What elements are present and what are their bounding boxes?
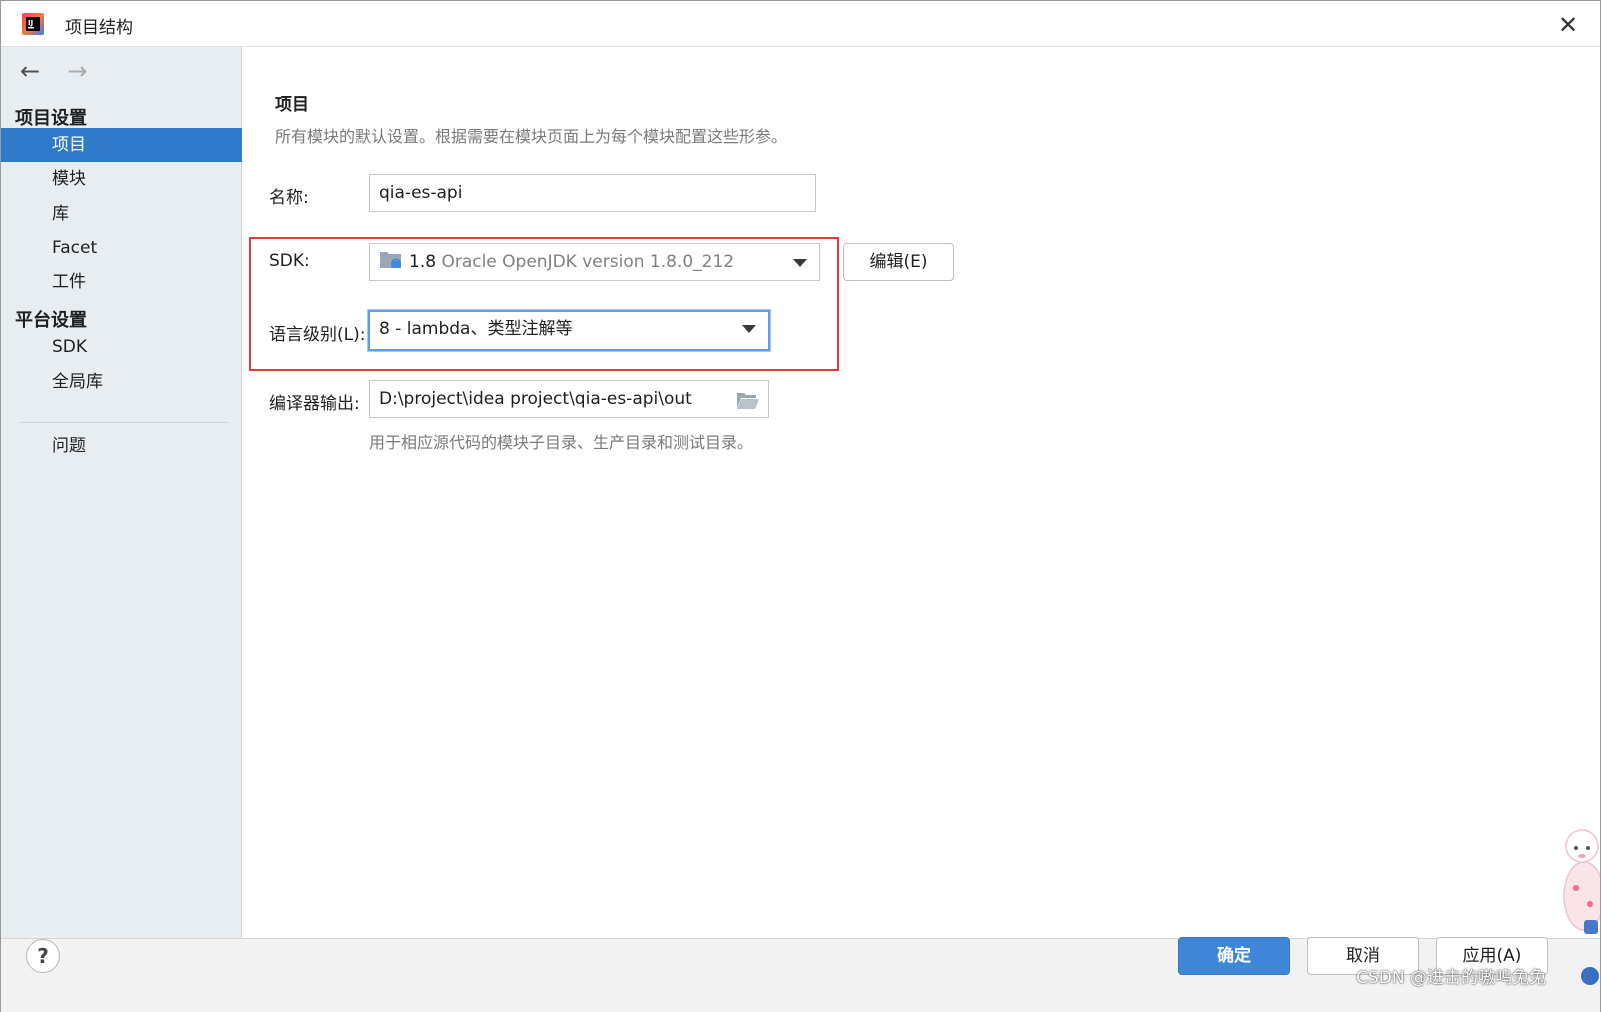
name-label: 名称: bbox=[269, 188, 309, 208]
chevron-down-icon bbox=[742, 325, 756, 333]
platform-settings-header: 平台设置 bbox=[15, 310, 87, 331]
history-nav: ← → bbox=[15, 57, 92, 87]
close-icon: ✕ bbox=[1557, 11, 1579, 39]
compiler-output-label: 编译器输出: bbox=[269, 394, 360, 414]
svg-text:IJ: IJ bbox=[28, 19, 33, 27]
sdk-label: SDK: bbox=[269, 251, 310, 271]
sidebar-item-project[interactable]: 项目 bbox=[1, 128, 242, 162]
project-name-input[interactable]: qia-es-api bbox=[369, 174, 816, 212]
forward-arrow-icon[interactable]: → bbox=[62, 57, 92, 87]
sidebar-item-artifacts[interactable]: 工件 bbox=[1, 265, 242, 299]
open-folder-icon[interactable] bbox=[736, 390, 760, 410]
chevron-down-icon bbox=[793, 259, 807, 267]
title-bar: IJ 项目结构 ✕ bbox=[1, 1, 1600, 47]
watermark-text: CSDN @进击的嗷呜兔兔 bbox=[1356, 968, 1546, 988]
ok-button[interactable]: 确定 bbox=[1178, 937, 1290, 975]
help-button[interactable]: ? bbox=[26, 939, 60, 973]
language-level-value: 8 - lambda、类型注解等 bbox=[379, 319, 573, 339]
compiler-output-input[interactable]: D:\project\idea project\qia-es-api\out bbox=[369, 380, 769, 418]
sdk-version: 1.8 bbox=[409, 252, 437, 272]
sidebar-item-sdk[interactable]: SDK bbox=[1, 330, 242, 364]
project-settings-header: 项目设置 bbox=[15, 108, 87, 129]
sdk-dropdown[interactable]: 1.8 Oracle OpenJDK version 1.8.0_212 bbox=[369, 243, 820, 281]
sidebar-item-libraries[interactable]: 库 bbox=[1, 197, 242, 231]
compiler-output-hint: 用于相应源代码的模块子目录、生产目录和测试目录。 bbox=[369, 433, 754, 452]
sdk-folder-icon bbox=[380, 252, 401, 268]
compiler-output-value: D:\project\idea project\qia-es-api\out bbox=[379, 389, 692, 409]
sidebar-item-global-libraries[interactable]: 全局库 bbox=[1, 365, 242, 399]
sidebar: ← → 项目设置 项目 模块 库 Facet 工件 平台设置 SDK 全局库 问… bbox=[1, 47, 242, 938]
sdk-detail: Oracle OpenJDK version 1.8.0_212 bbox=[441, 252, 735, 272]
sidebar-item-modules[interactable]: 模块 bbox=[1, 162, 242, 196]
edit-sdk-button[interactable]: 编辑(E) bbox=[843, 243, 954, 281]
page-title: 项目 bbox=[275, 95, 309, 115]
page-description: 所有模块的默认设置。根据需要在模块页面上为每个模块配置这些形参。 bbox=[275, 127, 788, 146]
sidebar-item-facets[interactable]: Facet bbox=[1, 231, 242, 265]
back-arrow-icon[interactable]: ← bbox=[15, 57, 45, 87]
language-level-dropdown[interactable]: 8 - lambda、类型注解等 bbox=[368, 310, 770, 351]
help-icon: ? bbox=[37, 944, 49, 968]
language-level-label: 语言级别(L): bbox=[269, 325, 366, 345]
project-structure-dialog: IJ 项目结构 ✕ ← → 项目设置 项目 模块 库 Facet 工件 平台设置… bbox=[0, 0, 1601, 1012]
mascot-sticker-image bbox=[1563, 829, 1600, 985]
sidebar-divider bbox=[19, 422, 229, 423]
sidebar-item-problems[interactable]: 问题 bbox=[1, 429, 242, 463]
close-button[interactable]: ✕ bbox=[1554, 11, 1582, 39]
intellij-idea-icon: IJ bbox=[22, 13, 44, 35]
window-title: 项目结构 bbox=[65, 18, 133, 38]
